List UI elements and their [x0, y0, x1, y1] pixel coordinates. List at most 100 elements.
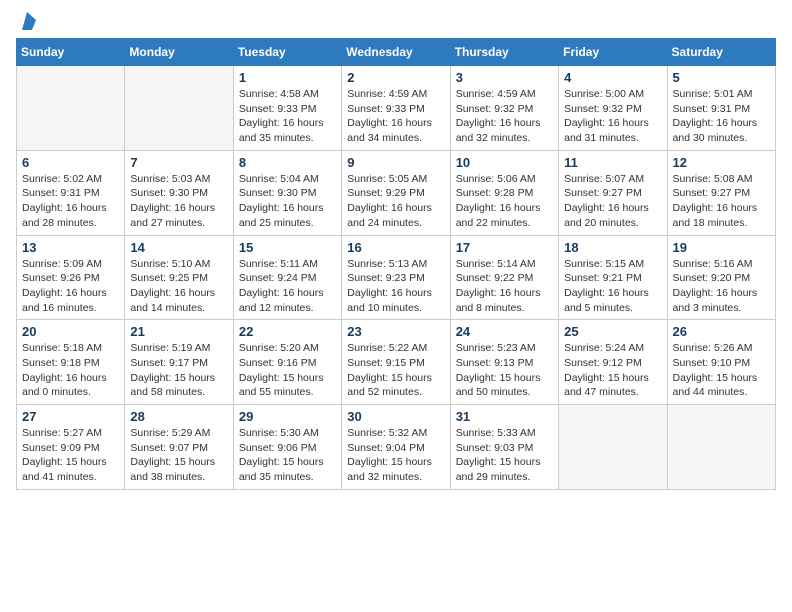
- day-info: Sunrise: 5:13 AMSunset: 9:23 PMDaylight:…: [347, 257, 444, 316]
- day-number: 4: [564, 70, 661, 85]
- day-cell: 14 Sunrise: 5:10 AMSunset: 9:25 PMDayligh…: [125, 235, 233, 320]
- day-header-thursday: Thursday: [450, 39, 558, 66]
- day-number: 19: [673, 240, 770, 255]
- day-cell: 26 Sunrise: 5:26 AMSunset: 9:10 PMDayligh…: [667, 320, 775, 405]
- day-cell: 13 Sunrise: 5:09 AMSunset: 9:26 PMDayligh…: [17, 235, 125, 320]
- day-number: 26: [673, 324, 770, 339]
- day-info: Sunrise: 5:33 AMSunset: 9:03 PMDaylight:…: [456, 426, 553, 485]
- day-info: Sunrise: 5:32 AMSunset: 9:04 PMDaylight:…: [347, 426, 444, 485]
- day-number: 5: [673, 70, 770, 85]
- day-number: 21: [130, 324, 227, 339]
- day-cell: 17 Sunrise: 5:14 AMSunset: 9:22 PMDayligh…: [450, 235, 558, 320]
- day-cell: 30Sunrise: 5:32 AMSunset: 9:04 PMDayligh…: [342, 405, 450, 490]
- day-info: Sunrise: 4:59 AMSunset: 9:33 PMDaylight:…: [347, 87, 444, 146]
- day-cell: 2 Sunrise: 4:59 AMSunset: 9:33 PMDaylight…: [342, 66, 450, 151]
- day-number: 15: [239, 240, 336, 255]
- day-info: Sunrise: 5:11 AMSunset: 9:24 PMDaylight:…: [239, 257, 336, 316]
- day-info: Sunrise: 5:09 AMSunset: 9:26 PMDaylight:…: [22, 257, 119, 316]
- logo: [16, 16, 36, 30]
- day-cell: 20 Sunrise: 5:18 AMSunset: 9:18 PMDayligh…: [17, 320, 125, 405]
- day-number: 9: [347, 155, 444, 170]
- day-info: Sunrise: 5:08 AMSunset: 9:27 PMDaylight:…: [673, 172, 770, 231]
- day-cell: 7 Sunrise: 5:03 AMSunset: 9:30 PMDaylight…: [125, 150, 233, 235]
- day-info: Sunrise: 5:01 AMSunset: 9:31 PMDaylight:…: [673, 87, 770, 146]
- day-cell: 24 Sunrise: 5:23 AMSunset: 9:13 PMDayligh…: [450, 320, 558, 405]
- day-cell: 19 Sunrise: 5:16 AMSunset: 9:20 PMDayligh…: [667, 235, 775, 320]
- day-info: Sunrise: 5:16 AMSunset: 9:20 PMDaylight:…: [673, 257, 770, 316]
- day-info: Sunrise: 5:06 AMSunset: 9:28 PMDaylight:…: [456, 172, 553, 231]
- week-row-5: 27Sunrise: 5:27 AMSunset: 9:09 PMDayligh…: [17, 405, 776, 490]
- day-cell: 10 Sunrise: 5:06 AMSunset: 9:28 PMDayligh…: [450, 150, 558, 235]
- day-info: Sunrise: 5:04 AMSunset: 9:30 PMDaylight:…: [239, 172, 336, 231]
- day-number: 11: [564, 155, 661, 170]
- day-number: 13: [22, 240, 119, 255]
- day-cell: 22Sunrise: 5:20 AMSunset: 9:16 PMDayligh…: [233, 320, 341, 405]
- day-number: 17: [456, 240, 553, 255]
- day-cell: 6 Sunrise: 5:02 AMSunset: 9:31 PMDaylight…: [17, 150, 125, 235]
- day-number: 28: [130, 409, 227, 424]
- week-row-1: 1Sunrise: 4:58 AMSunset: 9:33 PMDaylight…: [17, 66, 776, 151]
- day-info: Sunrise: 5:02 AMSunset: 9:31 PMDaylight:…: [22, 172, 119, 231]
- day-cell: 18 Sunrise: 5:15 AMSunset: 9:21 PMDayligh…: [559, 235, 667, 320]
- day-cell: [559, 405, 667, 490]
- day-number: 12: [673, 155, 770, 170]
- day-cell: 8 Sunrise: 5:04 AMSunset: 9:30 PMDaylight…: [233, 150, 341, 235]
- day-number: 25: [564, 324, 661, 339]
- day-header-wednesday: Wednesday: [342, 39, 450, 66]
- day-cell: 31 Sunrise: 5:33 AMSunset: 9:03 PMDayligh…: [450, 405, 558, 490]
- day-cell: 5 Sunrise: 5:01 AMSunset: 9:31 PMDaylight…: [667, 66, 775, 151]
- day-info: Sunrise: 5:19 AMSunset: 9:17 PMDaylight:…: [130, 341, 227, 400]
- day-number: 18: [564, 240, 661, 255]
- day-info: Sunrise: 5:23 AMSunset: 9:13 PMDaylight:…: [456, 341, 553, 400]
- day-cell: 11 Sunrise: 5:07 AMSunset: 9:27 PMDayligh…: [559, 150, 667, 235]
- day-info: Sunrise: 5:07 AMSunset: 9:27 PMDaylight:…: [564, 172, 661, 231]
- day-header-monday: Monday: [125, 39, 233, 66]
- week-row-4: 20 Sunrise: 5:18 AMSunset: 9:18 PMDayligh…: [17, 320, 776, 405]
- day-number: 22: [239, 324, 336, 339]
- day-cell: 29 Sunrise: 5:30 AMSunset: 9:06 PMDayligh…: [233, 405, 341, 490]
- day-number: 7: [130, 155, 227, 170]
- day-number: 14: [130, 240, 227, 255]
- day-cell: 21 Sunrise: 5:19 AMSunset: 9:17 PMDayligh…: [125, 320, 233, 405]
- week-row-2: 6 Sunrise: 5:02 AMSunset: 9:31 PMDaylight…: [17, 150, 776, 235]
- day-info: Sunrise: 5:14 AMSunset: 9:22 PMDaylight:…: [456, 257, 553, 316]
- logo-icon: [18, 12, 36, 30]
- day-number: 1: [239, 70, 336, 85]
- page-header: [16, 16, 776, 30]
- day-number: 31: [456, 409, 553, 424]
- day-header-saturday: Saturday: [667, 39, 775, 66]
- day-info: Sunrise: 5:18 AMSunset: 9:18 PMDaylight:…: [22, 341, 119, 400]
- day-info: Sunrise: 5:30 AMSunset: 9:06 PMDaylight:…: [239, 426, 336, 485]
- day-info: Sunrise: 5:26 AMSunset: 9:10 PMDaylight:…: [673, 341, 770, 400]
- day-info: Sunrise: 5:03 AMSunset: 9:30 PMDaylight:…: [130, 172, 227, 231]
- day-number: 6: [22, 155, 119, 170]
- day-number: 16: [347, 240, 444, 255]
- calendar-header-row: SundayMondayTuesdayWednesdayThursdayFrid…: [17, 39, 776, 66]
- day-header-tuesday: Tuesday: [233, 39, 341, 66]
- day-cell: 12 Sunrise: 5:08 AMSunset: 9:27 PMDayligh…: [667, 150, 775, 235]
- calendar-table: SundayMondayTuesdayWednesdayThursdayFrid…: [16, 38, 776, 490]
- day-info: Sunrise: 5:05 AMSunset: 9:29 PMDaylight:…: [347, 172, 444, 231]
- day-number: 23: [347, 324, 444, 339]
- day-info: Sunrise: 5:22 AMSunset: 9:15 PMDaylight:…: [347, 341, 444, 400]
- day-info: Sunrise: 5:15 AMSunset: 9:21 PMDaylight:…: [564, 257, 661, 316]
- day-number: 20: [22, 324, 119, 339]
- day-number: 8: [239, 155, 336, 170]
- day-cell: 28Sunrise: 5:29 AMSunset: 9:07 PMDayligh…: [125, 405, 233, 490]
- day-cell: 1Sunrise: 4:58 AMSunset: 9:33 PMDaylight…: [233, 66, 341, 151]
- day-info: Sunrise: 5:27 AMSunset: 9:09 PMDaylight:…: [22, 426, 119, 485]
- day-number: 10: [456, 155, 553, 170]
- day-number: 2: [347, 70, 444, 85]
- day-cell: [17, 66, 125, 151]
- week-row-3: 13 Sunrise: 5:09 AMSunset: 9:26 PMDayligh…: [17, 235, 776, 320]
- day-cell: 9 Sunrise: 5:05 AMSunset: 9:29 PMDaylight…: [342, 150, 450, 235]
- day-info: Sunrise: 5:10 AMSunset: 9:25 PMDaylight:…: [130, 257, 227, 316]
- day-cell: 16 Sunrise: 5:13 AMSunset: 9:23 PMDayligh…: [342, 235, 450, 320]
- day-cell: [125, 66, 233, 151]
- day-number: 29: [239, 409, 336, 424]
- day-info: Sunrise: 5:24 AMSunset: 9:12 PMDaylight:…: [564, 341, 661, 400]
- day-number: 3: [456, 70, 553, 85]
- day-cell: 23 Sunrise: 5:22 AMSunset: 9:15 PMDayligh…: [342, 320, 450, 405]
- day-cell: [667, 405, 775, 490]
- day-number: 24: [456, 324, 553, 339]
